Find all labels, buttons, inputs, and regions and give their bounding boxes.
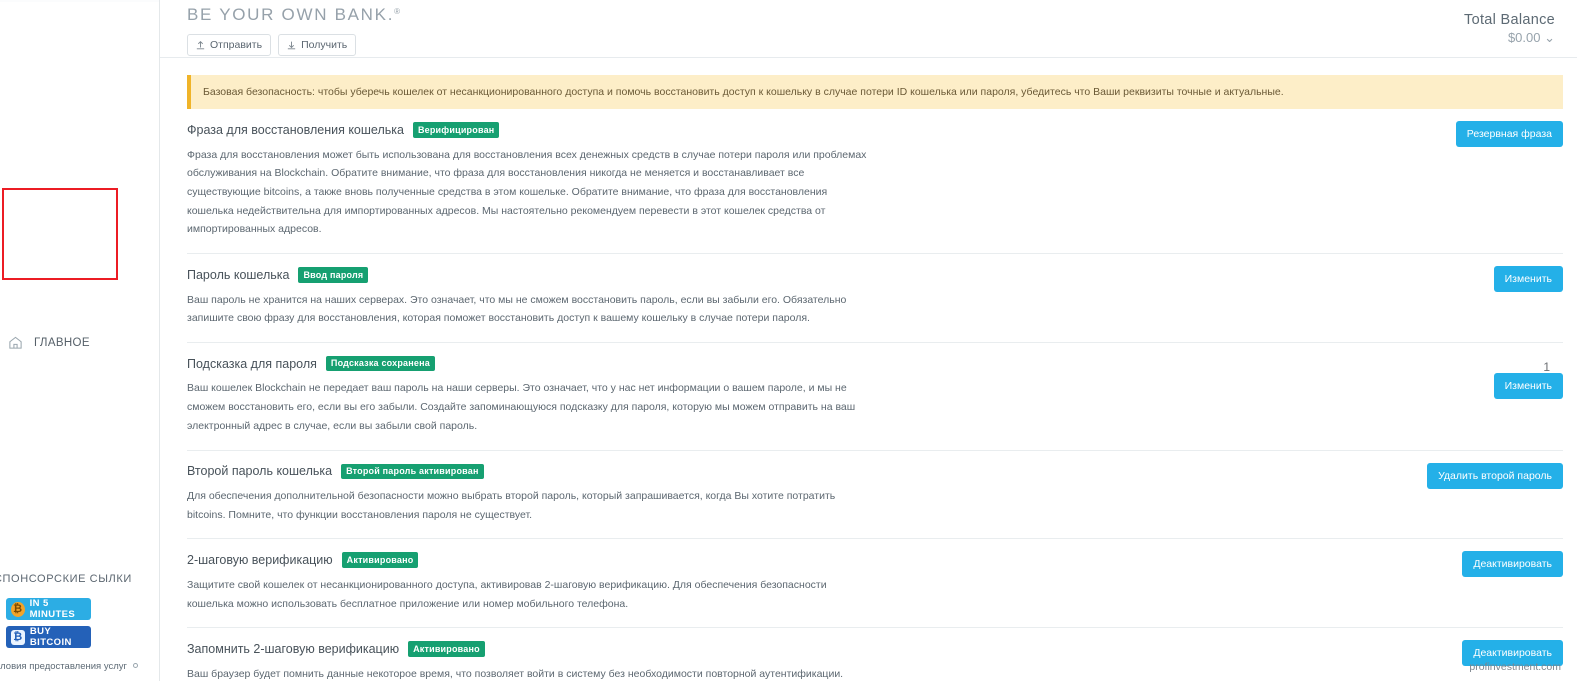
- send-label: Отправить: [210, 39, 263, 51]
- status-badge: Ввод пароля: [298, 267, 369, 283]
- ad-label: BUY BITCOIN: [29, 626, 72, 648]
- section-title: Пароль кошелька: [187, 267, 290, 282]
- wallet-settings-screen: ГЛАВНОЕ Транзакции B BITCOIN ETHER: [0, 0, 1577, 681]
- text-cursor-artifact: 1: [1543, 359, 1550, 374]
- registered-mark: ®: [394, 7, 402, 16]
- brand-text: BE YOUR OWN BANK.: [187, 5, 395, 24]
- status-badge: Активировано: [408, 641, 485, 657]
- terms-of-service-link[interactable]: Условия предоставления услуг: [0, 661, 138, 672]
- security-banner-text: Базовая безопасность: чтобы уберечь коше…: [203, 86, 1284, 98]
- change-password-button[interactable]: Изменить: [1493, 266, 1563, 293]
- section-header: 2-шаговую верификацию Активировано: [187, 552, 1203, 568]
- section-wallet-password: Пароль кошелька Ввод пароля Ваш пароль н…: [187, 254, 1563, 343]
- page-title: BE YOUR OWN BANK.®: [187, 5, 402, 25]
- section-second-password: Второй пароль кошелька Второй пароль акт…: [187, 451, 1563, 540]
- status-badge: Второй пароль активирован: [341, 463, 484, 480]
- status-badge: Активировано: [341, 552, 419, 568]
- main-content: BE YOUR OWN BANK.® Отправить Получить To…: [160, 0, 1577, 681]
- section-body: Пароль кошелька Ввод пароля Ваш пароль н…: [187, 267, 1563, 328]
- sidebar: ГЛАВНОЕ Транзакции B BITCOIN ETHER: [0, 0, 160, 681]
- section-header: Фраза для восстановления кошелька Верифи…: [187, 122, 1203, 138]
- section-title: 2-шаговую верификацию: [187, 553, 333, 568]
- home-icon: [8, 335, 23, 350]
- section-title: Второй пароль кошелька: [187, 464, 333, 479]
- section-body: Фраза для восстановления кошелька Верифи…: [187, 122, 1563, 239]
- brand-block: BE YOUR OWN BANK.® Отправить Получить: [187, 5, 402, 56]
- watermark: profinvestment.com: [1469, 661, 1561, 673]
- section-description: Ваш кошелек Blockchain не передает ваш п…: [187, 382, 856, 432]
- section-header: Пароль кошелька Ввод пароля: [187, 267, 1203, 283]
- section-title: Подсказка для пароля: [187, 356, 317, 371]
- section-header: Подсказка для пароля Подсказка сохранена: [187, 355, 1203, 372]
- quick-actions: Отправить Получить: [187, 34, 402, 56]
- section-description: Фраза для восстановления может быть испо…: [187, 148, 867, 236]
- receive-label: Получить: [301, 39, 348, 51]
- ad-label: IN 5 MINUTES: [29, 598, 76, 620]
- receive-button[interactable]: Получить: [278, 34, 357, 56]
- bullet-icon: [132, 663, 138, 668]
- upload-icon: [195, 40, 206, 51]
- section-title: Запомнить 2-шаговую верификацию: [187, 642, 400, 657]
- top-bar: BE YOUR OWN BANK.® Отправить Получить To…: [160, 0, 1577, 58]
- section-description: Защитите свой кошелек от несанкционирова…: [187, 578, 827, 610]
- send-button[interactable]: Отправить: [187, 34, 272, 56]
- section-description: Ваш пароль не хранится на наших серверах…: [187, 293, 847, 325]
- bitcoin-coin-icon: ₿: [11, 601, 25, 617]
- total-balance[interactable]: Total Balance $0.00 ⌄: [1464, 5, 1555, 46]
- section-body: Второй пароль кошелька Второй пароль акт…: [187, 463, 1563, 525]
- download-icon: [286, 40, 297, 51]
- total-balance-label: Total Balance: [1464, 12, 1555, 28]
- section-header: Второй пароль кошелька Второй пароль акт…: [187, 463, 1203, 480]
- section-body: 2-шаговую верификацию Активировано Защит…: [187, 552, 1563, 613]
- sponsored-links-title: СПОНСОРСКИЕ СЫЛКИ: [0, 573, 132, 585]
- section-description: Ваш браузер будет помнить данные некотор…: [187, 667, 844, 680]
- bitcoin-badge-icon: ₿: [11, 629, 25, 645]
- change-hint-button[interactable]: Изменить: [1493, 372, 1563, 399]
- section-remember-two-step: Запомнить 2-шаговую верификацию Активиро…: [187, 628, 1563, 681]
- total-balance-value: $0.00 ⌄: [1507, 30, 1555, 45]
- delete-second-password-button[interactable]: Удалить второй пароль: [1427, 462, 1563, 489]
- sidebar-item-label: ГЛАВНОЕ: [34, 336, 90, 349]
- section-body: Запомнить 2-шаговую верификацию Активиро…: [187, 641, 1563, 681]
- section-header: Запомнить 2-шаговую верификацию Активиро…: [187, 641, 1203, 657]
- section-two-step-verification: 2-шаговую верификацию Активировано Защит…: [187, 539, 1563, 629]
- section-password-hint: Подсказка для пароля Подсказка сохранена…: [187, 343, 1563, 451]
- section-body: Подсказка для пароля Подсказка сохранена…: [187, 355, 1563, 436]
- terms-label: Условия предоставления услуг: [0, 661, 127, 672]
- security-banner: Базовая безопасность: чтобы уберечь коше…: [187, 75, 1563, 110]
- deactivate-two-step-button[interactable]: Деактивировать: [1462, 551, 1563, 578]
- ad-buy-bitcoin[interactable]: ₿ BUY BITCOIN: [6, 626, 91, 648]
- section-title: Фраза для восстановления кошелька: [187, 122, 404, 137]
- status-badge: Верифицирован: [412, 122, 500, 138]
- ad-in-5-minutes[interactable]: ₿ IN 5 MINUTES: [6, 598, 91, 620]
- section-description: Для обеспечения дополнительной безопасно…: [187, 490, 836, 521]
- status-badge: Подсказка сохранена: [325, 355, 435, 372]
- section-recovery-phrase: Фраза для восстановления кошелька Верифи…: [187, 109, 1563, 255]
- backup-phrase-button[interactable]: Резервная фраза: [1455, 121, 1563, 148]
